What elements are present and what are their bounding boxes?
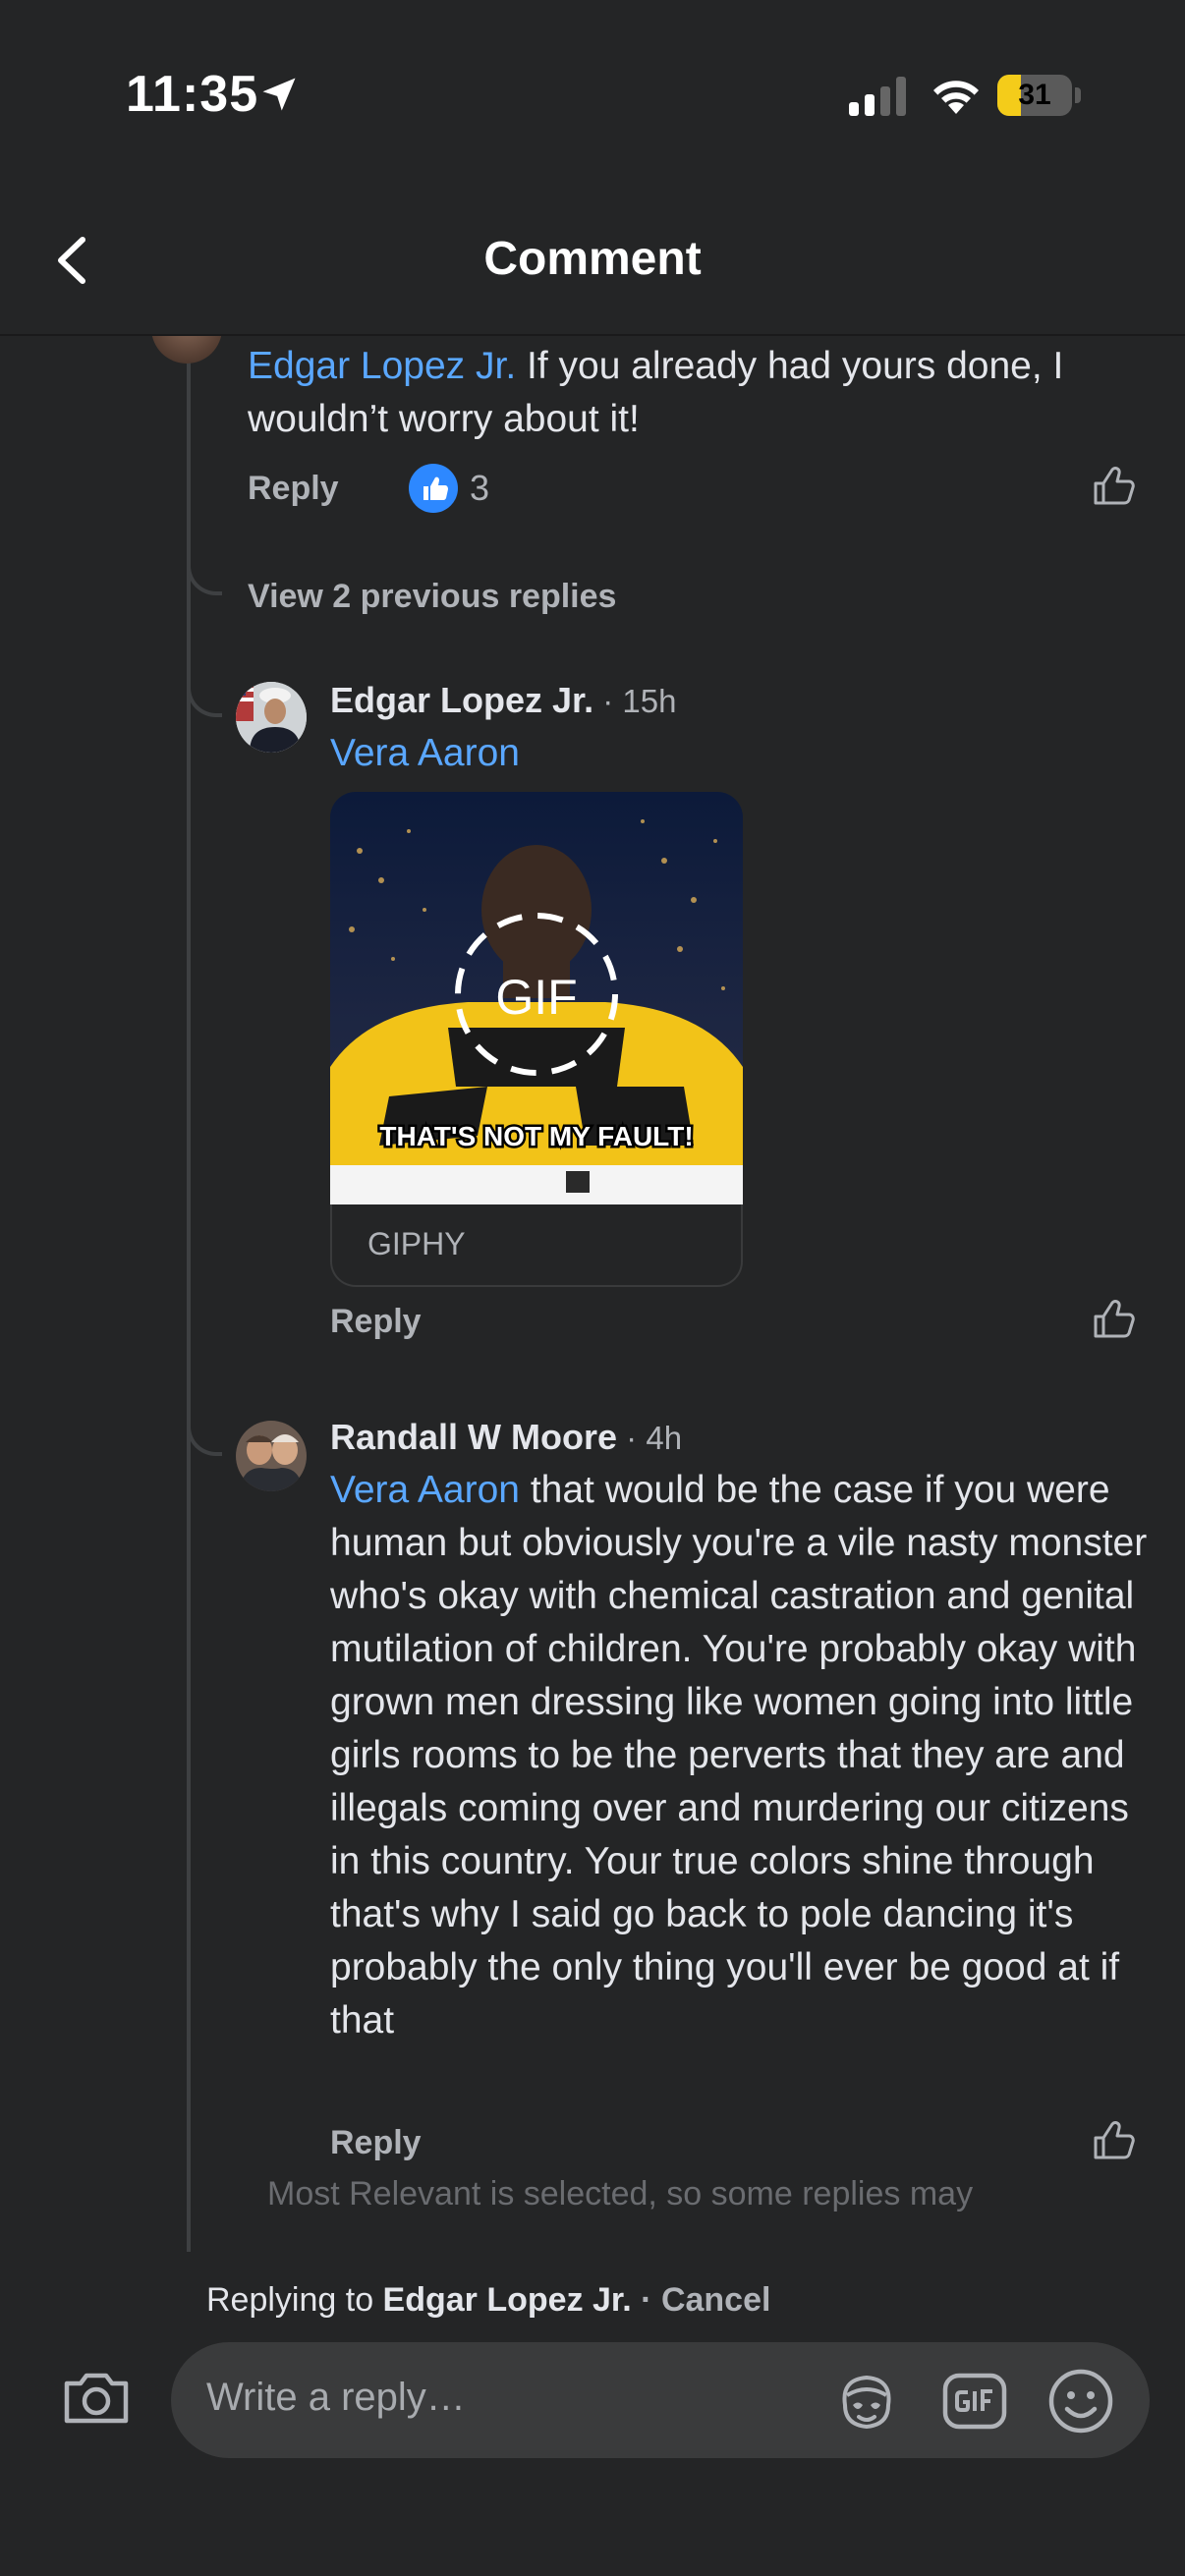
view-previous-replies[interactable]: View 2 previous replies [248, 578, 616, 616]
gif-source: GIPHY [367, 1226, 466, 1261]
smiley-icon[interactable] [1045, 2366, 1116, 2436]
gif-caption: THAT'S NOT MY FAULT! [379, 1121, 693, 1151]
timestamp: · 4h [617, 1420, 683, 1456]
reply-input[interactable]: Write a reply… [171, 2342, 1150, 2458]
mention-link[interactable]: Vera Aaron [330, 1469, 520, 1511]
cancel-reply-button[interactable]: · Cancel [632, 2281, 770, 2319]
avatar-sticker-icon[interactable] [831, 2366, 902, 2436]
replying-name: Edgar Lopez Jr. [382, 2281, 632, 2319]
location-arrow-icon [262, 78, 296, 111]
comment-thread[interactable]: Edgar Lopez Jr. If you already had yours… [0, 336, 1185, 2252]
mention-link[interactable]: Edgar Lopez Jr. [248, 345, 516, 387]
comment-header: Randall W Moore · 4h [330, 1417, 682, 1458]
reply-button[interactable]: Reply [248, 470, 339, 508]
battery-indicator: 31 [997, 75, 1081, 116]
reply-button[interactable]: Reply [330, 1303, 422, 1341]
comment-body: Edgar Lopez Jr. If you already had yours… [248, 340, 1112, 446]
thread-connector [187, 682, 222, 717]
reply-input-placeholder: Write a reply… [206, 2376, 466, 2419]
status-time: 11:35 [126, 66, 259, 123]
header-bar: Comment [0, 187, 1185, 336]
replying-to-bar: Replying to Edgar Lopez Jr. · Cancel [206, 2281, 770, 2320]
avatar[interactable] [236, 1421, 307, 1491]
camera-icon[interactable] [59, 2360, 134, 2435]
comment-header: Edgar Lopez Jr. · 15h [330, 680, 676, 721]
gif-source-bar: GIPHY [330, 1204, 743, 1287]
thread-line [187, 336, 191, 2252]
reaction-count: 3 [470, 468, 490, 508]
cellular-signal-icon [849, 77, 906, 116]
comment-body: Vera Aaron that would be the case if you… [330, 1464, 1156, 2047]
battery-percent: 31 [1018, 79, 1051, 111]
gif-icon[interactable] [941, 2368, 1008, 2435]
timestamp: · 15h [593, 683, 677, 719]
gif-badge: GIF [495, 970, 577, 1025]
like-icon[interactable] [1089, 2114, 1140, 2165]
thread-connector [187, 1421, 222, 1456]
wifi-icon [933, 81, 979, 114]
reaction-summary[interactable]: 3 [409, 464, 527, 513]
relevance-notice: Most Relevant is selected, so some repli… [267, 2175, 974, 2212]
replying-prefix: Replying to [206, 2281, 383, 2319]
like-reaction-icon [409, 464, 458, 513]
mention-link[interactable]: Vera Aaron [330, 732, 520, 774]
avatar[interactable] [151, 336, 222, 364]
author-name[interactable]: Edgar Lopez Jr. [330, 680, 593, 720]
author-name[interactable]: Randall W Moore [330, 1417, 617, 1457]
avatar[interactable] [236, 682, 307, 753]
reply-button[interactable]: Reply [330, 2124, 422, 2162]
page-title: Comment [483, 233, 702, 285]
like-icon[interactable] [1089, 460, 1140, 511]
thread-connector [187, 560, 222, 595]
reply-composer: Replying to Edgar Lopez Jr. · Cancel Wri… [0, 2252, 1185, 2576]
status-bar: 11:35 31 [0, 0, 1185, 187]
comment-text: that would be the case if you were human… [330, 1469, 1148, 2042]
gif-image[interactable]: GIF THAT'S NOT MY FAULT! [330, 792, 743, 1204]
like-icon[interactable] [1089, 1293, 1140, 1344]
comment-body: Vera Aaron [330, 727, 520, 780]
